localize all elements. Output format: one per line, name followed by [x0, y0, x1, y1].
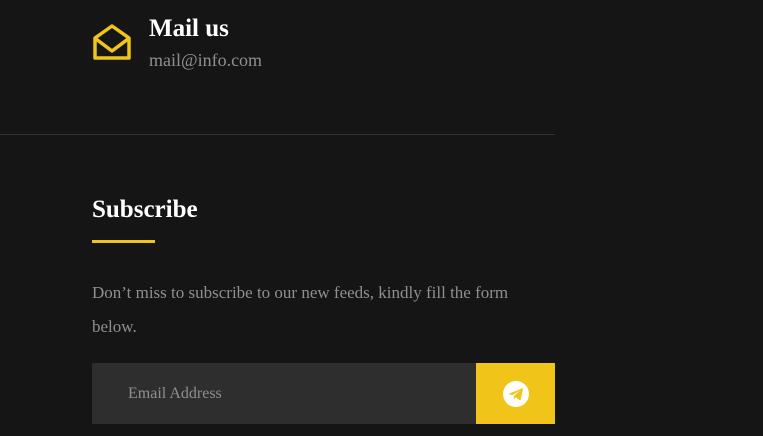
subscribe-description: Don’t miss to subscribe to our new feeds… [92, 283, 509, 336]
email-address-input[interactable] [92, 363, 476, 424]
envelope-open-icon [92, 22, 132, 62]
subscribe-heading: Subscribe [92, 196, 198, 223]
mail-address-link[interactable]: mail@info.com [149, 49, 262, 71]
section-divider [0, 134, 555, 135]
subscribe-form [92, 363, 555, 424]
subscribe-submit-button[interactable] [476, 363, 555, 424]
mail-us-heading: Mail us [149, 15, 229, 42]
heading-underline [92, 240, 155, 243]
mail-contact-block: Mail us mail@info.com [92, 14, 512, 74]
telegram-send-icon [502, 380, 530, 408]
